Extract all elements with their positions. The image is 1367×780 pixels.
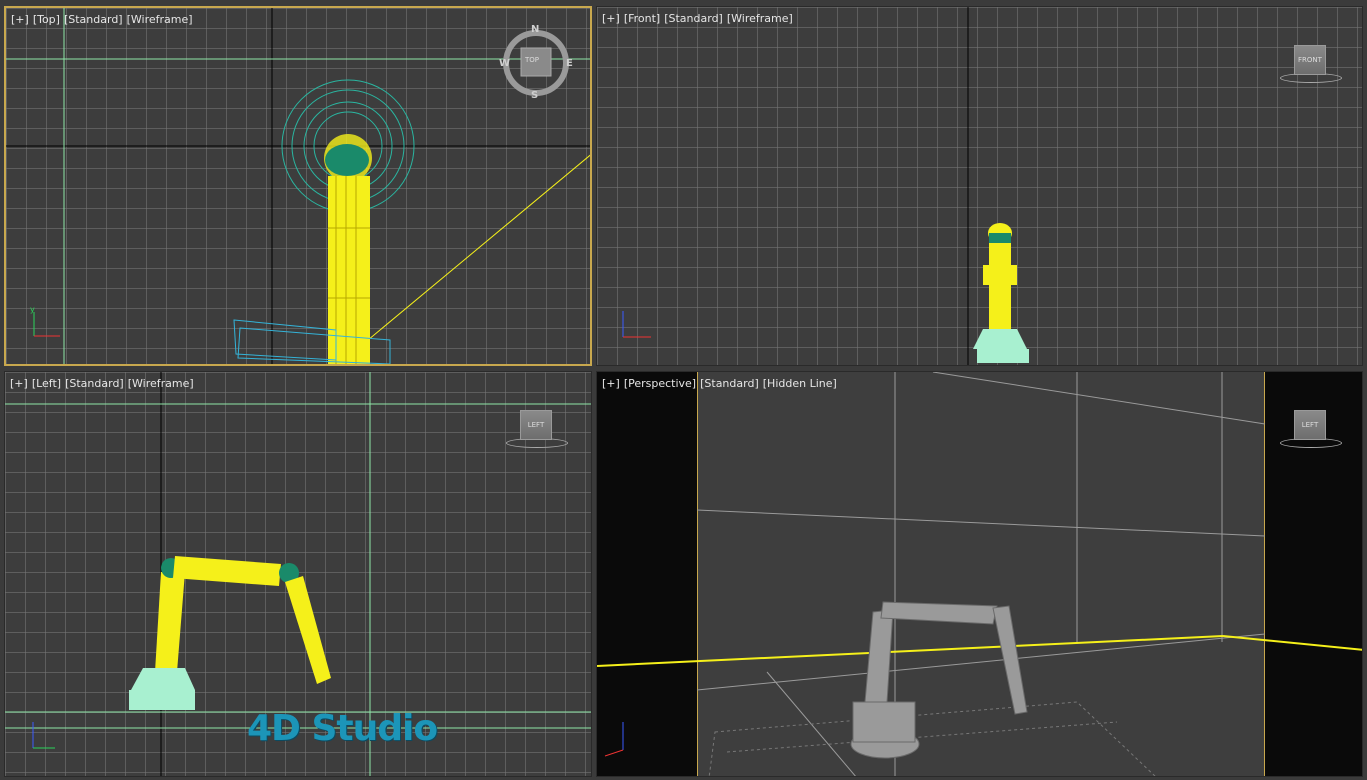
viewport-menu-plus[interactable]: [+] (602, 377, 620, 390)
front-scene (622, 7, 1029, 365)
viewport-shading-mode[interactable]: [Hidden Line] (763, 377, 837, 390)
viewport-shading-mode[interactable]: [Wireframe] (128, 377, 194, 390)
viewcube-left-icon[interactable]: LEFT (520, 410, 552, 440)
viewcube-perspective-icon[interactable]: LEFT (1294, 410, 1326, 440)
viewport-shading-standard[interactable]: [Standard] (64, 13, 123, 26)
viewport-top-label: [+] [Top] [Standard] [Wireframe] (11, 13, 197, 26)
viewport-shading-standard[interactable]: [Standard] (65, 377, 124, 390)
viewport-view-name[interactable]: [Front] (624, 12, 660, 25)
viewport-shading-standard[interactable]: [Standard] (664, 12, 723, 25)
compass-north: N (531, 24, 540, 35)
viewport-top[interactable]: [+] [Top] [Standard] [Wireframe] y N S E W … (4, 6, 592, 366)
watermark-text: 4D Studio (247, 708, 438, 749)
axis-y-label: y (30, 305, 35, 314)
viewport-shading-mode[interactable]: [Wireframe] (727, 12, 793, 25)
viewport-perspective-label: [+] [Perspective] [Standard] [Hidden Line] (602, 377, 841, 390)
viewport-left-label: [+] [Left] [Standard] [Wireframe] (10, 377, 198, 390)
viewport-menu-plus[interactable]: [+] (11, 13, 29, 26)
viewport-menu-plus[interactable]: [+] (10, 377, 28, 390)
viewport-left[interactable]: [+] [Left] [Standard] [Wireframe] 4D Studio… (4, 371, 592, 777)
viewport-perspective[interactable]: [+] [Perspective] [Standard] [Hidden Line] (596, 371, 1363, 777)
compass-east: E (566, 58, 573, 69)
perspective-scene (597, 372, 1362, 776)
viewport-view-name[interactable]: [Top] (33, 13, 60, 26)
viewport-menu-plus[interactable]: [+] (602, 12, 620, 25)
viewport-view-name[interactable]: [Left] (32, 377, 61, 390)
compass-south: S (531, 90, 539, 101)
viewcube-face-label: TOP (525, 56, 540, 64)
viewport-shading-standard[interactable]: [Standard] (700, 377, 759, 390)
viewcube-front-icon[interactable]: FRONT (1294, 45, 1326, 75)
compass-west: W (499, 58, 511, 69)
viewport-front-label: [+] [Front] [Standard] [Wireframe] (602, 12, 797, 25)
viewport-view-name[interactable]: [Perspective] (624, 377, 696, 390)
viewport-front[interactable]: [+] [Front] [Standard] [Wireframe] FRONT (596, 6, 1363, 366)
viewport-shading-mode[interactable]: [Wireframe] (127, 13, 193, 26)
